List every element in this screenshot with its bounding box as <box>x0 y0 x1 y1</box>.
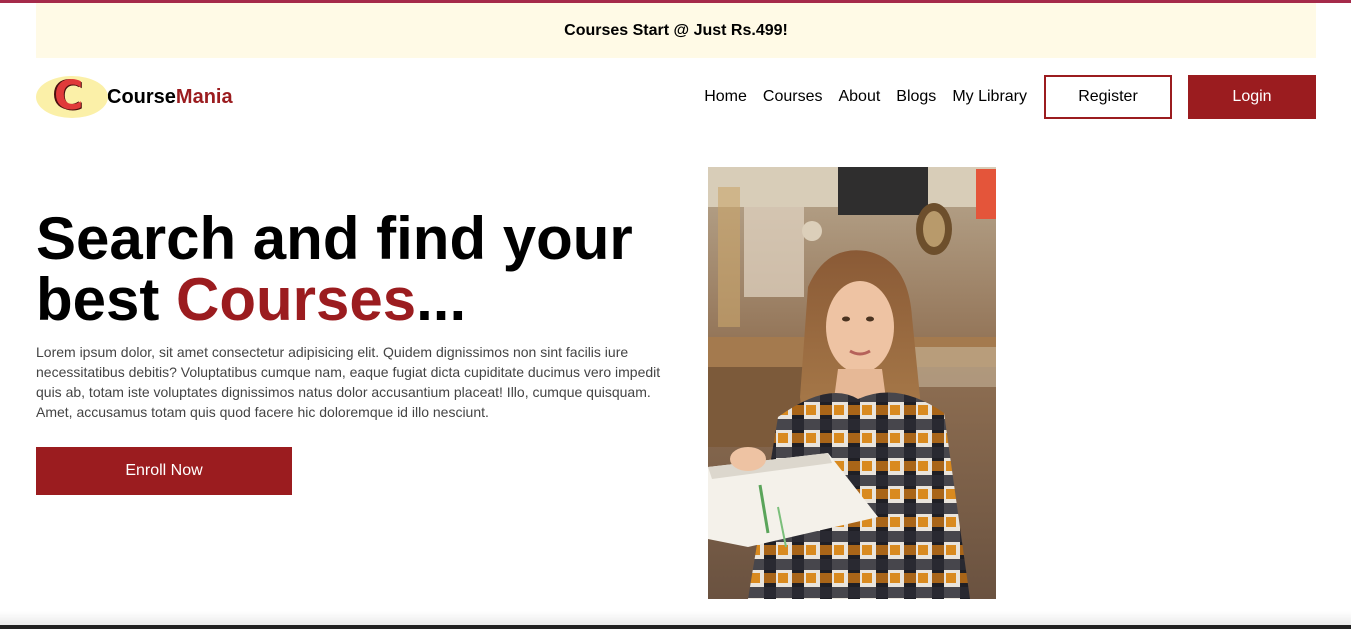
hero-description: Lorem ipsum dolor, sit amet consectetur … <box>36 344 661 420</box>
navbar: C CourseMania Home Courses About Blogs M… <box>36 75 1316 119</box>
hero-student-image <box>708 167 996 599</box>
announcement-banner: Courses Start @ Just Rs.499! <box>36 3 1316 58</box>
nav-link-my-library[interactable]: My Library <box>952 88 1027 106</box>
nav-link-about[interactable]: About <box>838 88 880 106</box>
brand-name-part1: Course <box>107 85 176 108</box>
login-button[interactable]: Login <box>1188 75 1316 119</box>
brand-logo[interactable]: C CourseMania <box>36 75 233 119</box>
brand-name: CourseMania <box>107 86 233 109</box>
register-button[interactable]: Register <box>1044 75 1172 119</box>
logo-c-icon: C <box>36 76 108 118</box>
hero-title-part2: ... <box>416 266 467 333</box>
nav-link-home[interactable]: Home <box>704 88 747 106</box>
bottom-shadow <box>0 611 1351 625</box>
brand-name-part2: Mania <box>175 85 233 108</box>
nav-menu: Home Courses About Blogs My Library Regi… <box>704 75 1316 119</box>
bottom-divider <box>0 625 1351 629</box>
student-reading-photo <box>708 167 996 599</box>
nav-link-courses[interactable]: Courses <box>763 88 823 106</box>
enroll-now-button[interactable]: Enroll Now <box>36 447 292 495</box>
hero-title-highlight: Courses <box>176 266 417 333</box>
hero-title: Search and find your best Courses... <box>36 208 676 330</box>
logo-letter: C <box>54 73 84 119</box>
nav-link-blogs[interactable]: Blogs <box>896 88 936 106</box>
announcement-text: Courses Start @ Just Rs.499! <box>564 21 788 39</box>
